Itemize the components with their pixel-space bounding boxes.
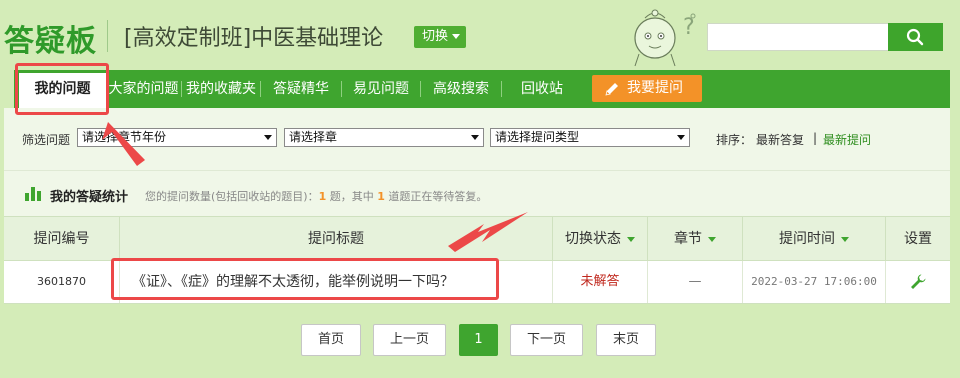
annotation-arrow-nav — [102, 122, 145, 166]
annotation-arrow-question — [448, 212, 528, 252]
annotation-arrows — [102, 122, 528, 252]
